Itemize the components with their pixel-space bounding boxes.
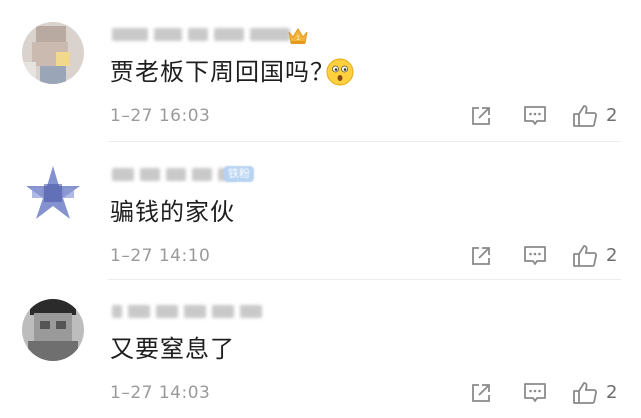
comment-icon bbox=[524, 106, 546, 125]
share-button[interactable] bbox=[467, 379, 495, 407]
username-blurred[interactable] bbox=[112, 164, 236, 184]
comment-text: 骗钱的家伙 bbox=[110, 198, 235, 226]
share-button[interactable] bbox=[467, 242, 495, 270]
avatar[interactable] bbox=[22, 162, 84, 224]
share-icon bbox=[472, 107, 490, 125]
star-avatar-icon bbox=[22, 162, 84, 224]
crown-badge-icon: 1 bbox=[288, 28, 308, 44]
comment-icon bbox=[524, 383, 546, 402]
share-icon bbox=[472, 384, 490, 402]
thumbs-up-icon bbox=[573, 245, 597, 267]
comment-item: 铁粉 骗钱的家伙 1–27 14:10 2 bbox=[0, 146, 641, 281]
share-icon bbox=[472, 247, 490, 265]
divider bbox=[108, 279, 621, 280]
divider bbox=[108, 141, 621, 142]
comment-icon bbox=[524, 246, 546, 265]
username-blurred[interactable] bbox=[112, 301, 262, 321]
like-count: 2 bbox=[606, 382, 618, 403]
like-count: 2 bbox=[606, 105, 618, 126]
comment-item: 又要窒息了 1–27 14:03 2 bbox=[0, 283, 641, 418]
avatar[interactable] bbox=[22, 22, 84, 84]
like-button[interactable] bbox=[571, 102, 599, 130]
like-button[interactable] bbox=[571, 242, 599, 270]
comment-text: 贾老板下周回国吗？ bbox=[110, 58, 335, 86]
comment-button[interactable] bbox=[521, 379, 549, 407]
thumbs-up-icon bbox=[573, 105, 597, 127]
svg-text:1: 1 bbox=[296, 35, 300, 42]
like-count: 2 bbox=[606, 245, 618, 266]
comment-button[interactable] bbox=[521, 102, 549, 130]
comment-text: 又要窒息了 bbox=[110, 335, 235, 363]
comment-timestamp: 1–27 16:03 bbox=[110, 106, 211, 126]
comment-timestamp: 1–27 14:03 bbox=[110, 383, 211, 403]
fan-badge: 铁粉 bbox=[224, 166, 254, 182]
comment-button[interactable] bbox=[521, 242, 549, 270]
avatar[interactable] bbox=[22, 299, 84, 361]
username-blurred[interactable] bbox=[112, 24, 290, 44]
share-button[interactable] bbox=[467, 102, 495, 130]
comment-timestamp: 1–27 14:10 bbox=[110, 246, 211, 266]
curious-face-emoji-icon bbox=[326, 58, 354, 86]
comment-item: 1 贾老板下周回国吗？ 1–27 16:03 2 bbox=[0, 6, 641, 141]
like-button[interactable] bbox=[571, 379, 599, 407]
thumbs-up-icon bbox=[573, 382, 597, 404]
